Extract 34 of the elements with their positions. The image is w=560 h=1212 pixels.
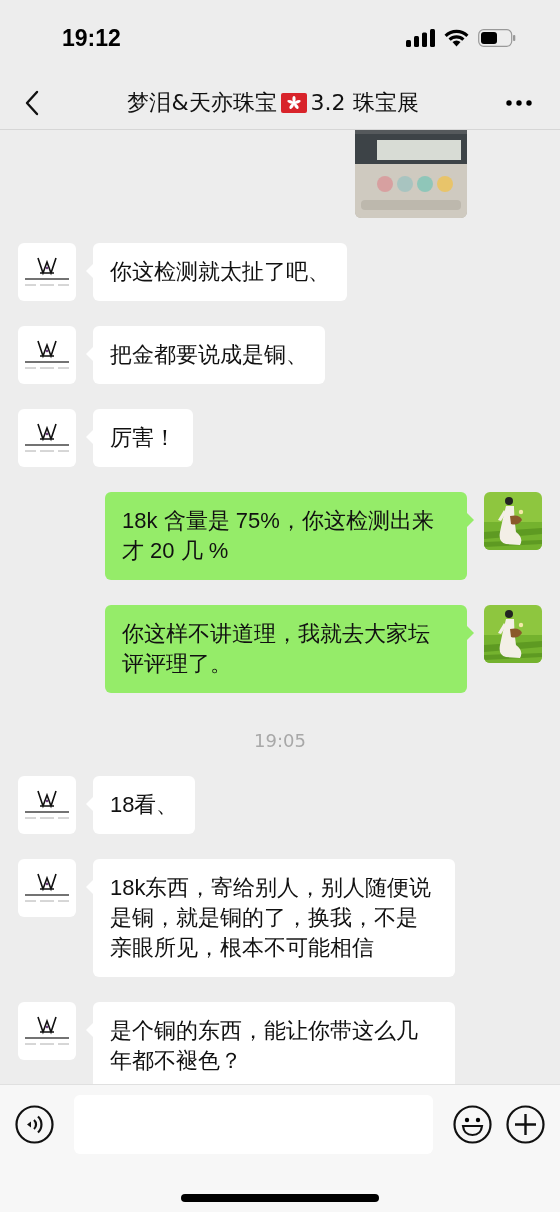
logo-icon — [22, 256, 72, 288]
logo-icon — [22, 872, 72, 904]
message-bubble[interactable]: 18k东西，寄给别人，别人随便说是铜，就是铜的了，换我，不是亲眼所见，根本不可能相信 — [93, 859, 455, 977]
emoji-button[interactable] — [453, 1105, 492, 1144]
avatar[interactable] — [18, 243, 76, 301]
avatar[interactable] — [18, 859, 76, 917]
logo-icon — [22, 339, 72, 371]
avatar[interactable] — [18, 776, 76, 834]
logo-icon — [22, 1015, 72, 1047]
flag-icon — [280, 92, 307, 113]
message-bubble[interactable]: 把金都要说成是铜、 — [93, 326, 325, 384]
signal-icon — [406, 29, 435, 47]
timestamp: 19:05 — [254, 730, 306, 751]
message-bubble[interactable]: 是个铜的东西，能让你带这么几年都不褪色？ — [93, 1002, 455, 1084]
status-time: 19:12 — [62, 24, 121, 52]
add-button[interactable] — [506, 1105, 545, 1144]
wifi-icon — [444, 29, 469, 47]
bubble-tail — [467, 513, 474, 527]
battery-icon — [478, 29, 516, 47]
message-bubble[interactable]: 厉害！ — [93, 409, 193, 467]
avatar[interactable] — [18, 1002, 76, 1060]
logo-icon — [22, 422, 72, 454]
voice-button[interactable] — [15, 1105, 54, 1144]
message-bubble[interactable]: 你这样不讲道理，我就去大家坛评评理了。 — [105, 605, 467, 693]
chat-title: 3.2 珠宝展 — [310, 88, 419, 117]
avatar[interactable] — [18, 409, 76, 467]
chat-title: 梦泪&天亦珠宝 — [127, 88, 277, 117]
more-icon — [506, 99, 532, 106]
logo-icon — [22, 789, 72, 821]
message-bubble[interactable]: 18看、 — [93, 776, 196, 834]
message-bubble[interactable]: 你这检测就太扯了吧、 — [93, 243, 347, 301]
message-bubble[interactable]: 18k 含量是 75%，你这检测出来才 20 几 % — [105, 492, 467, 580]
bubble-tail — [467, 626, 474, 640]
avatar[interactable] — [18, 326, 76, 384]
